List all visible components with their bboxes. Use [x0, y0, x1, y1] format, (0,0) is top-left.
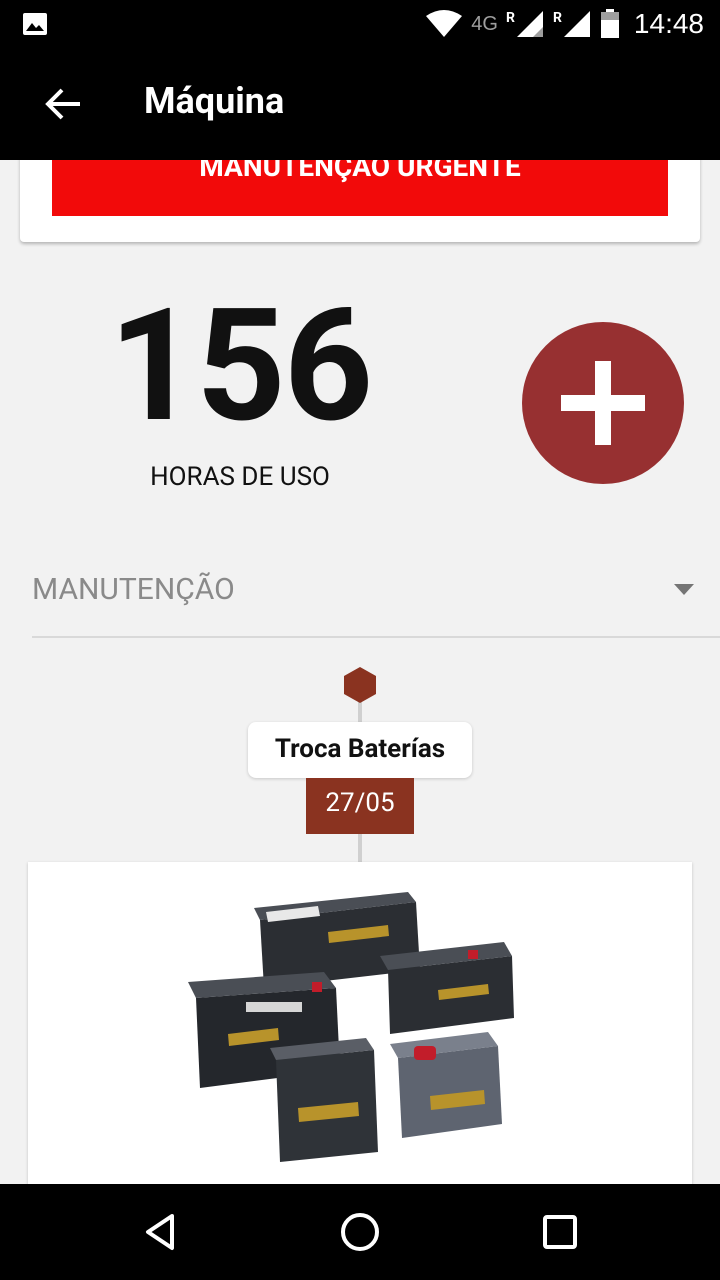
dropdown-arrow-icon	[674, 584, 694, 595]
event-title[interactable]: Troca Baterías	[248, 722, 472, 778]
recents-square-icon[interactable]	[538, 1210, 582, 1254]
navigation-bar	[0, 1184, 720, 1280]
home-circle-icon[interactable]	[338, 1210, 382, 1254]
batteries-photo	[188, 892, 514, 1162]
back-triangle-icon[interactable]	[138, 1210, 182, 1254]
roaming-indicator-2: R	[552, 10, 562, 26]
roaming-indicator-1: R	[505, 10, 515, 26]
hours-counter: 156 HORAS DE USO	[90, 275, 390, 493]
battery-icon	[600, 9, 619, 38]
select-value: MANUTENÇÃO	[32, 572, 235, 607]
page-title: Máquina	[144, 80, 285, 122]
network-type: 4G	[471, 12, 498, 35]
event-image-card[interactable]	[28, 862, 692, 1202]
signal-icon-2	[563, 11, 590, 37]
event-date: 27/05	[306, 778, 414, 834]
hours-value: 156	[108, 275, 374, 458]
timeline-node-icon	[344, 667, 376, 703]
gallery-icon	[23, 13, 47, 35]
hours-label: HORAS DE USO	[150, 462, 330, 492]
status-bar: 4G R R 14:48	[0, 0, 720, 48]
wifi-icon	[426, 10, 463, 37]
back-arrow-icon[interactable]	[40, 84, 88, 124]
clock: 14:48	[633, 8, 704, 39]
add-hours-button[interactable]	[522, 322, 684, 484]
app-bar: Máquina	[0, 48, 720, 160]
signal-icon-1	[516, 11, 543, 37]
maintenance-select[interactable]: MANUTENÇÃO	[32, 560, 720, 638]
